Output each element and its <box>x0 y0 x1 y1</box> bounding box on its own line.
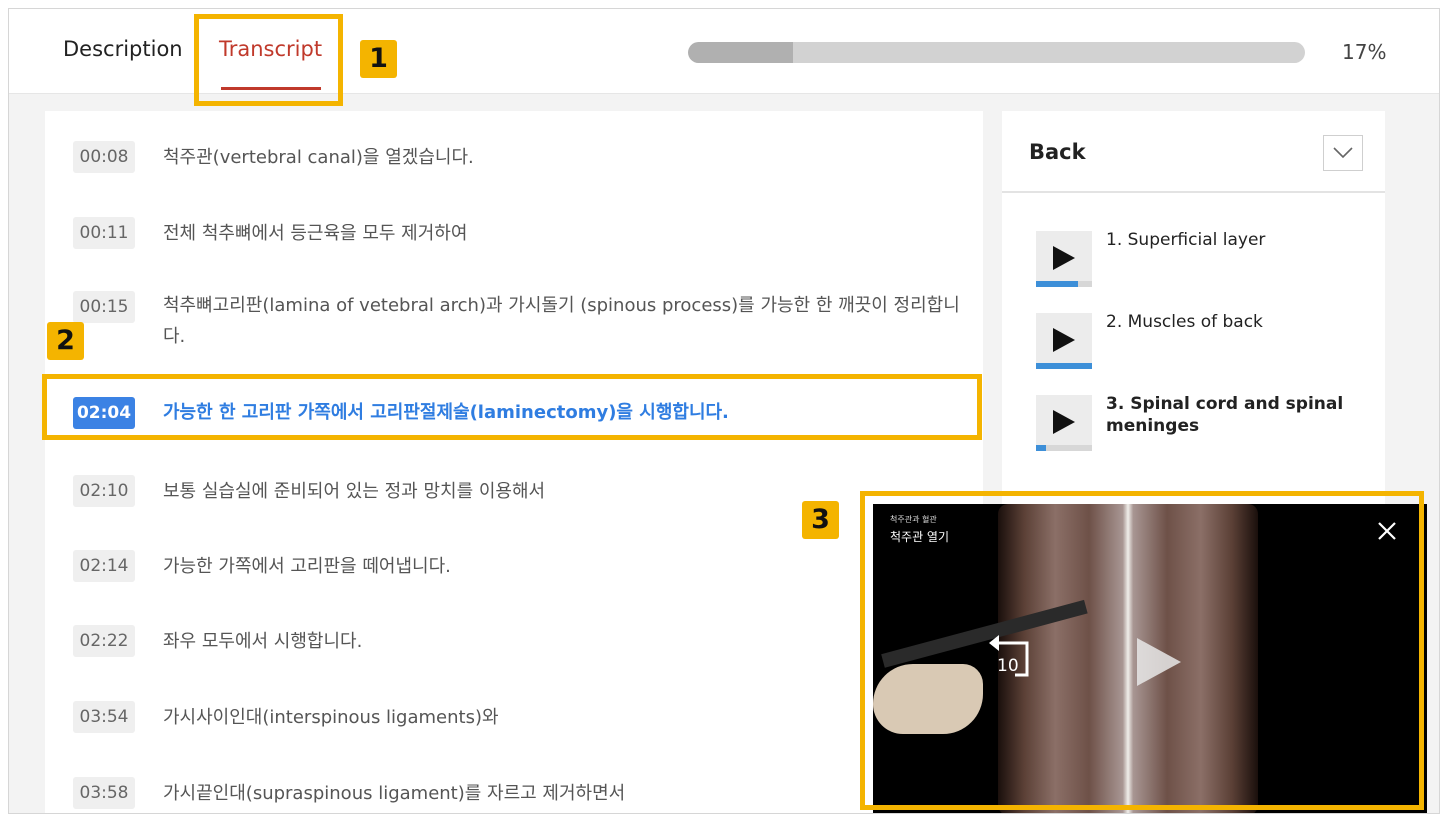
annotation-badge-3: 3 <box>802 501 839 539</box>
chapter-item-1[interactable]: 1. Superficial layer <box>1036 230 1376 291</box>
play-icon <box>1053 328 1075 352</box>
timestamp[interactable]: 02:22 <box>73 625 135 657</box>
chapter-thumbnail[interactable] <box>1036 395 1092 451</box>
timestamp[interactable]: 03:54 <box>73 701 135 733</box>
progress-bar <box>688 42 1305 63</box>
annotation-box-2 <box>42 374 982 440</box>
chapter-progress-fill <box>1036 363 1092 369</box>
transcript-list: 00:08 척주관(vertebral canal)을 열겠습니다. 00:11… <box>45 111 983 813</box>
chapter-progress-track <box>1036 445 1092 451</box>
chapter-label: 2. Muscles of back <box>1106 312 1263 332</box>
annotation-box-3 <box>860 491 1424 810</box>
chapter-progress-fill <box>1036 281 1078 287</box>
timestamp[interactable]: 02:14 <box>73 550 135 582</box>
timestamp[interactable]: 00:15 <box>73 291 135 323</box>
transcript-text: 가시사이인대(interspinous ligaments)와 <box>163 707 499 728</box>
transcript-text: 가능한 가쪽에서 고리판을 떼어냅니다. <box>163 556 451 577</box>
chapter-item-2[interactable]: 2. Muscles of back <box>1036 312 1376 373</box>
transcript-row[interactable]: 03:54 가시사이인대(interspinous ligaments)와 <box>45 701 983 741</box>
transcript-row[interactable]: 02:10 보통 실습실에 준비되어 있는 정과 망치를 이용해서 <box>45 475 983 515</box>
transcript-text: 전체 척추뼈에서 등근육을 모두 제거하여 <box>163 223 468 244</box>
chapter-progress-track <box>1036 281 1092 287</box>
transcript-row[interactable]: 00:08 척주관(vertebral canal)을 열겠습니다. <box>45 141 983 181</box>
timestamp[interactable]: 00:11 <box>73 217 135 249</box>
progress-percent: 17% <box>1342 40 1387 64</box>
transcript-text: 척주관(vertebral canal)을 열겠습니다. <box>163 147 474 168</box>
transcript-row[interactable]: 02:22 좌우 모두에서 시행합니다. <box>45 625 983 665</box>
chapter-thumbnail[interactable] <box>1036 313 1092 369</box>
transcript-row[interactable]: 03:58 가시끝인대(supraspinous ligament)를 자르고 … <box>45 777 983 813</box>
annotation-badge-1: 1 <box>360 40 397 78</box>
transcript-row[interactable]: 02:14 가능한 가쪽에서 고리판을 떼어냅니다. <box>45 550 983 590</box>
transcript-row[interactable]: 00:11 전체 척추뼈에서 등근육을 모두 제거하여 <box>45 217 983 257</box>
chevron-down-icon <box>1333 147 1353 159</box>
sidebar-title: Back <box>1029 140 1086 164</box>
annotation-badge-2: 2 <box>47 322 84 360</box>
sidebar-header: Back <box>1002 111 1385 193</box>
chapter-dropdown-button[interactable] <box>1323 135 1363 171</box>
timestamp[interactable]: 03:58 <box>73 777 135 809</box>
tab-description[interactable]: Description <box>63 37 183 61</box>
transcript-text: 보통 실습실에 준비되어 있는 정과 망치를 이용해서 <box>163 481 546 502</box>
chapter-thumbnail[interactable] <box>1036 231 1092 287</box>
progress-fill <box>688 42 793 63</box>
transcript-text: 가시끝인대(supraspinous ligament)를 자르고 제거하면서 <box>163 783 626 804</box>
timestamp[interactable]: 02:10 <box>73 475 135 507</box>
play-icon <box>1053 410 1075 434</box>
chapter-progress-track <box>1036 363 1092 369</box>
transcript-row[interactable]: 00:15 척추뼈고리판(lamina of vetebral arch)과 가… <box>45 291 983 355</box>
timestamp[interactable]: 00:08 <box>73 141 135 173</box>
play-icon <box>1053 246 1075 270</box>
transcript-text: 척추뼈고리판(lamina of vetebral arch)과 가시돌기 (s… <box>163 295 960 347</box>
chapter-progress-fill <box>1036 445 1046 451</box>
chapter-item-3[interactable]: 3. Spinal cord and spinal meninges <box>1036 394 1376 455</box>
transcript-text: 좌우 모두에서 시행합니다. <box>163 631 363 652</box>
chapter-label: 1. Superficial layer <box>1106 230 1266 250</box>
annotation-box-1 <box>194 14 343 106</box>
chapter-label: 3. Spinal cord and spinal meninges <box>1106 394 1344 436</box>
